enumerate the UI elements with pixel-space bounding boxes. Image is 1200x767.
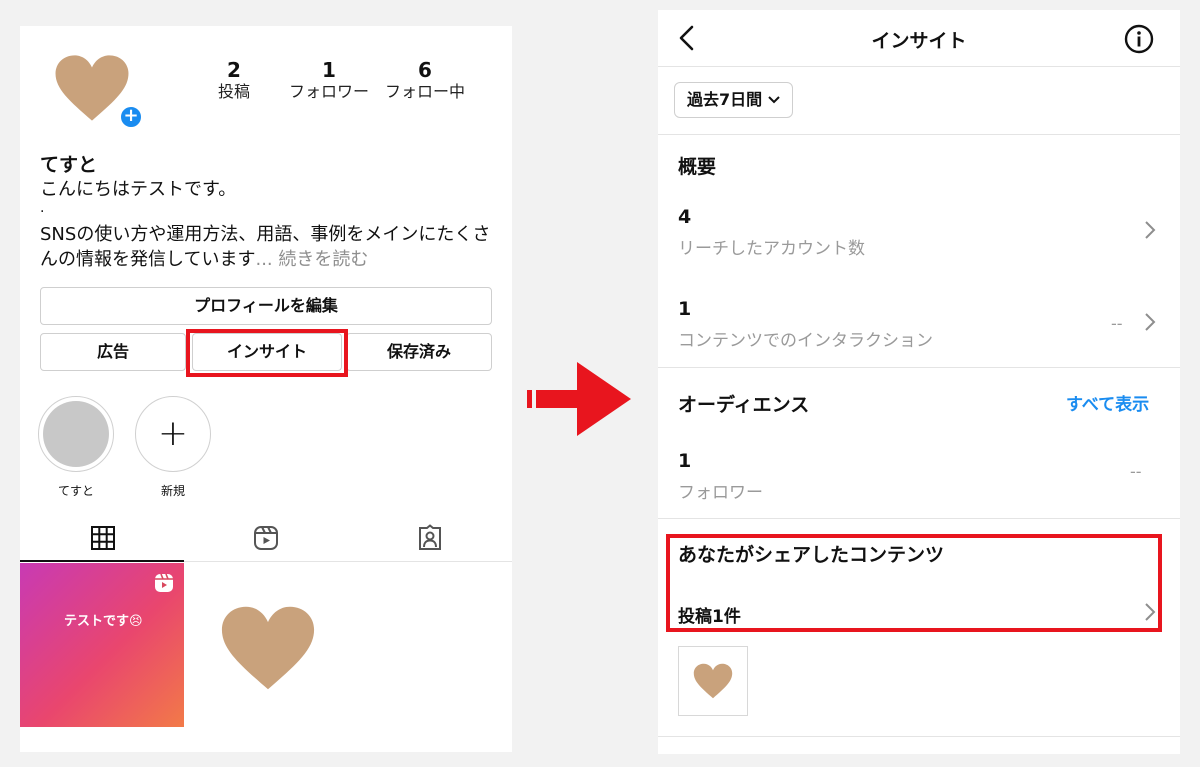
insights-screen: インサイト 過去7日間 概要 4 リーチしたアカウント数 1 コンテンツでのイン… (658, 10, 1180, 754)
profile-screen: + 2 投稿 1 フォロワー 6 フォロー中 てすと こんにちはテストです。 .… (20, 26, 512, 752)
tagged-icon[interactable] (416, 524, 444, 552)
bottom-divider (658, 736, 1180, 737)
period-divider (658, 134, 1180, 135)
grid-icon[interactable] (89, 524, 117, 552)
page-title: インサイト (871, 30, 967, 52)
story-label: てすと (57, 484, 94, 498)
ad-button[interactable]: 広告 (40, 333, 186, 371)
add-story-plus-icon[interactable]: + (118, 104, 144, 130)
new-story-ring: + (135, 396, 211, 472)
period-select[interactable]: 過去7日間 (674, 82, 794, 118)
bio-line-1: こんにちはテストです。 (40, 179, 237, 200)
right-arrow-icon (527, 362, 631, 436)
bio-dot: . (40, 200, 45, 216)
following-count-number: 6 (418, 58, 432, 82)
followers-number: 1 (678, 450, 692, 472)
edit-profile-button[interactable]: プロフィールを編集 (40, 287, 492, 325)
new-story-highlight[interactable]: + 新規 (135, 396, 211, 499)
insight-highlight-box (186, 329, 348, 377)
followers-count[interactable]: 1 フォロワー (284, 58, 374, 102)
audience-title: オーディエンス (678, 394, 810, 416)
story-ring (38, 396, 114, 472)
overview-divider (658, 367, 1180, 368)
followers-label: フォロワー (678, 483, 763, 503)
reel-badge-icon (155, 573, 173, 592)
reach-label: リーチしたアカウント数 (678, 239, 865, 259)
followers-count-label: フォロワー (288, 82, 369, 101)
following-count[interactable]: 6 フォロー中 (380, 58, 470, 102)
post-caption: テストです😣 (64, 614, 143, 629)
posts-count[interactable]: 2 投稿 (210, 58, 258, 102)
interaction-dash: -- (1111, 314, 1123, 333)
header-divider (658, 66, 1180, 67)
reach-chevron-icon[interactable] (1144, 220, 1156, 240)
period-label: 過去7日間 (687, 90, 763, 109)
profile-name: てすと (40, 154, 98, 176)
story-thumbnail (43, 401, 109, 467)
followers-count-number: 1 (322, 58, 336, 82)
reels-icon[interactable] (252, 524, 280, 552)
shared-post-thumbnail[interactable] (678, 646, 748, 716)
posts-count-number: 2 (227, 58, 241, 82)
post-heart-icon[interactable] (220, 604, 316, 692)
bio-text: SNSの使い方や運用方法、用語、事例をメインにたくさんの情報を発信しています..… (40, 222, 502, 272)
interaction-number: 1 (678, 298, 692, 320)
interaction-label: コンテンツでのインタラクション (678, 331, 933, 351)
saved-button[interactable]: 保存済み (346, 333, 492, 371)
new-story-label: 新規 (160, 484, 185, 498)
story-highlight[interactable]: てすと (38, 396, 114, 499)
info-icon[interactable] (1124, 24, 1154, 54)
following-count-label: フォロー中 (384, 82, 465, 101)
post-thumbnail-reel[interactable]: テストです😣 (20, 563, 184, 727)
followers-dash: -- (1130, 462, 1142, 481)
chevron-down-icon (768, 96, 780, 104)
audience-divider (658, 518, 1180, 519)
interaction-chevron-icon[interactable] (1144, 312, 1156, 332)
read-more-link[interactable]: ... 続きを読む (255, 249, 368, 270)
overview-title: 概要 (678, 156, 717, 178)
reach-number: 4 (678, 206, 692, 228)
see-all-link[interactable]: すべて表示 (1066, 390, 1149, 415)
active-tab-indicator (20, 560, 184, 562)
shared-content-highlight-box (666, 534, 1162, 632)
plus-icon: + (157, 413, 189, 454)
posts-count-label: 投稿 (217, 82, 250, 101)
thumbnail-heart-icon (693, 663, 733, 699)
